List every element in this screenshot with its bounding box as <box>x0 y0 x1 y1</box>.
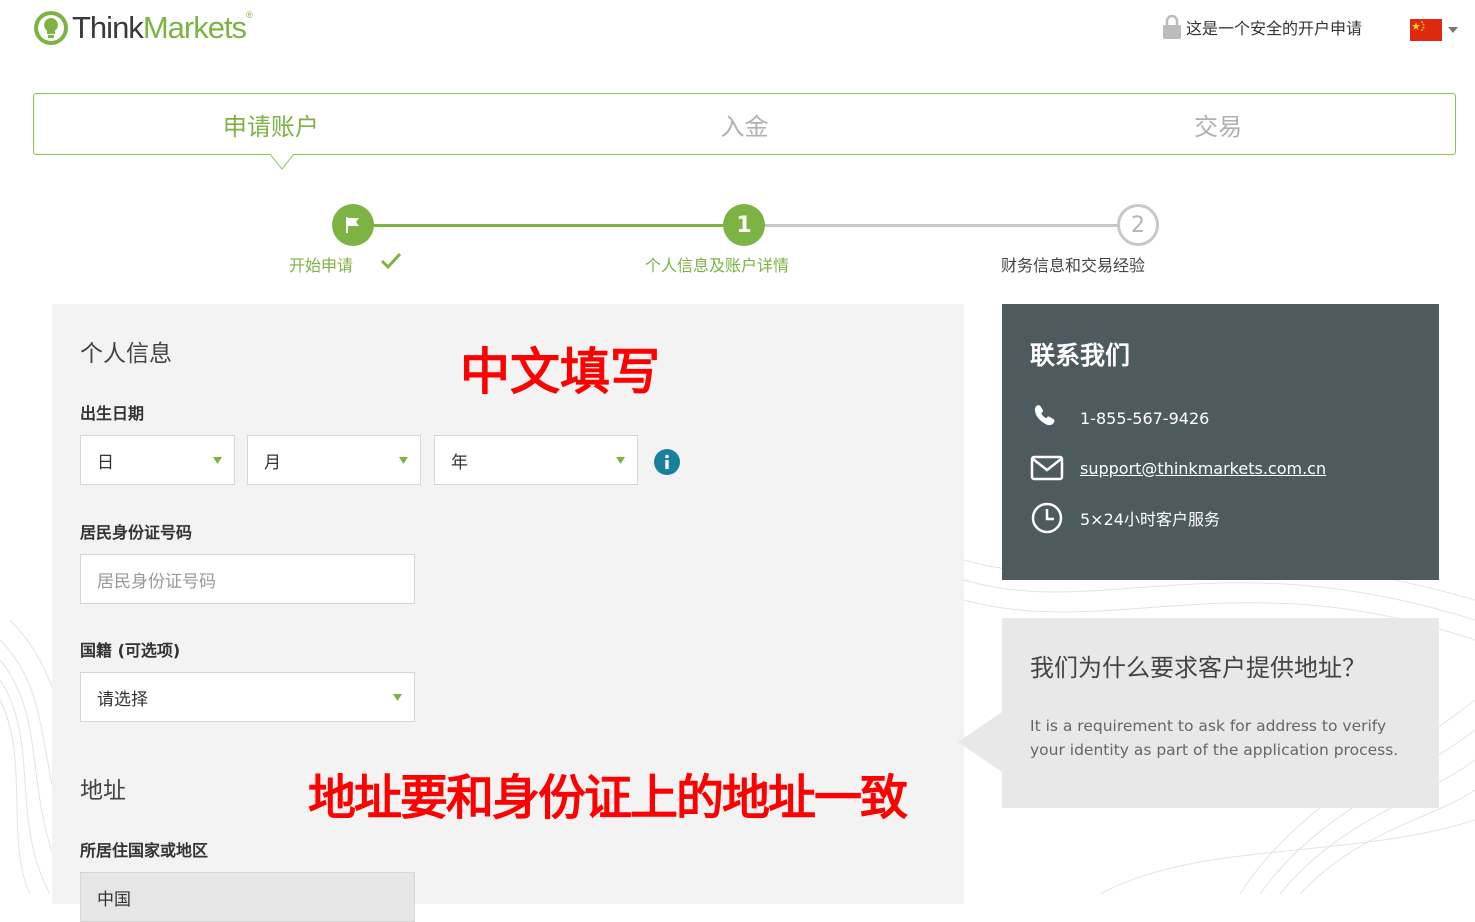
active-tab-pointer <box>270 154 294 170</box>
callout-arrow <box>958 712 1002 772</box>
chevron-down-icon <box>1448 27 1458 33</box>
dob-day-value: 日 <box>97 452 114 473</box>
nationality-value: 请选择 <box>97 689 148 710</box>
lock-icon <box>1163 14 1181 39</box>
email-icon <box>1030 455 1064 481</box>
contact-email-link[interactable]: support@thinkmarkets.com.cn <box>1080 459 1326 478</box>
country-of-residence-select[interactable]: 中国 <box>80 872 415 922</box>
dropdown-arrow-icon <box>399 457 408 464</box>
secure-text: 这是一个安全的开户申请 <box>1186 19 1363 38</box>
flag-icon <box>346 217 359 233</box>
china-flag-icon <box>1410 19 1442 41</box>
nationality-label: 国籍 (可选项) <box>80 641 181 660</box>
dropdown-arrow-icon <box>393 694 402 701</box>
step-1-circle: 1 <box>723 204 765 246</box>
info-icon[interactable] <box>654 449 680 475</box>
tab-apply-account[interactable]: 申请账户 <box>34 94 508 154</box>
annotation-address-match-id: 地址要和身份证上的地址一致 <box>308 770 908 826</box>
step-2-number: 2 <box>1131 212 1145 238</box>
step-2-label: 财务信息和交易经验 <box>1001 256 1146 275</box>
contact-us-heading: 联系我们 <box>1030 341 1131 370</box>
id-number-input[interactable]: 居民身份证号码 <box>80 554 415 604</box>
check-icon <box>380 252 402 270</box>
language-selector[interactable] <box>1410 19 1458 41</box>
stepper-line-pending <box>764 224 1120 227</box>
dropdown-arrow-icon <box>616 457 625 464</box>
contact-hours: 5×24小时客户服务 <box>1030 501 1220 535</box>
brand-name: ThinkMarkets® <box>72 10 253 46</box>
why-address-text: It is a requirement to ask for address t… <box>1030 717 1399 759</box>
step-start-label: 开始申请 <box>289 256 354 275</box>
dob-year-select[interactable]: 年 <box>434 435 638 485</box>
why-address-heading: 我们为什么要求客户提供地址？ <box>1030 654 1366 682</box>
brand-registered: ® <box>246 10 253 20</box>
thinkmarkets-logo[interactable]: ThinkMarkets® <box>32 8 253 48</box>
contact-hours-text: 5×24小时客户服务 <box>1080 510 1220 529</box>
contact-email: support@thinkmarkets.com.cn <box>1030 451 1326 485</box>
country-of-residence-label: 所居住国家或地区 <box>80 841 209 860</box>
contact-us-panel: 联系我们 1-855-567-9426 support@thinkmarkets… <box>1002 304 1439 580</box>
country-of-residence-value: 中国 <box>97 889 131 910</box>
bulb-logo-icon <box>34 11 68 45</box>
step-1-label: 个人信息及账户详情 <box>645 256 790 275</box>
application-form: 个人信息 中文填写 出生日期 日 月 年 居民身份证号码 居民身份证号码 国籍 … <box>52 304 964 922</box>
nationality-select[interactable]: 请选择 <box>80 672 415 722</box>
tab-trade[interactable]: 交易 <box>981 94 1455 154</box>
process-tabs: 申请账户 入金 交易 <box>33 93 1456 155</box>
address-heading: 地址 <box>80 778 126 804</box>
step-start-circle <box>332 204 374 246</box>
annotation-fill-in-chinese: 中文填写 <box>460 343 660 401</box>
stepper-line-done <box>374 224 726 227</box>
brand-think: Think <box>72 10 144 45</box>
brand-markets: Markets <box>142 10 247 45</box>
personal-info-heading: 个人信息 <box>80 341 172 367</box>
why-address-panel: 我们为什么要求客户提供地址？ It is a requirement to as… <box>958 618 1439 808</box>
step-2-circle: 2 <box>1117 204 1159 246</box>
dob-year-value: 年 <box>451 452 468 473</box>
id-number-label: 居民身份证号码 <box>80 523 193 542</box>
contact-phone: 1-855-567-9426 <box>1030 401 1209 435</box>
tab-deposit[interactable]: 入金 <box>508 94 982 154</box>
dob-label: 出生日期 <box>80 404 145 423</box>
contact-phone-number: 1-855-567-9426 <box>1080 408 1210 428</box>
secure-notice: 这是一个安全的开户申请 <box>1162 14 1362 40</box>
id-number-placeholder: 居民身份证号码 <box>97 571 216 592</box>
dob-day-select[interactable]: 日 <box>80 435 235 485</box>
dropdown-arrow-icon <box>213 457 222 464</box>
dob-month-value: 月 <box>264 452 281 473</box>
dob-month-select[interactable]: 月 <box>247 435 421 485</box>
phone-icon <box>1034 405 1055 426</box>
step-1-number: 1 <box>736 212 752 238</box>
clock-icon <box>1031 502 1063 534</box>
